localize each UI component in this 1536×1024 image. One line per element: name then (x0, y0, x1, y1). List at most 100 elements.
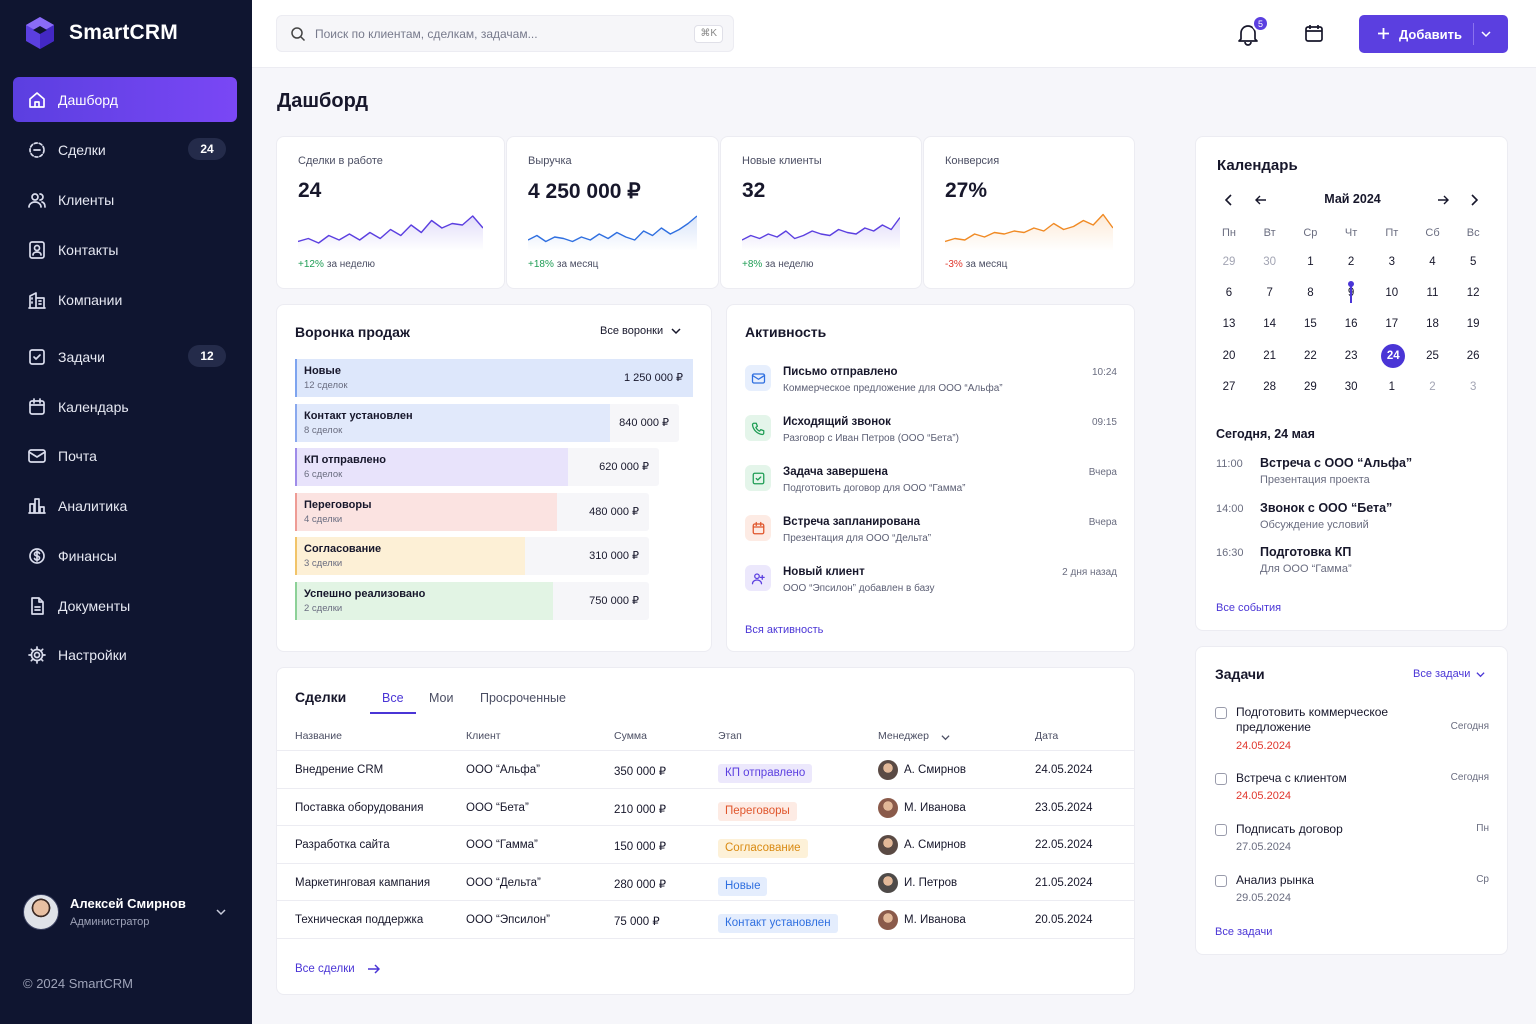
calendar-day[interactable]: 1 (1295, 250, 1325, 274)
calendar-day[interactable]: 22 (1295, 344, 1325, 368)
calendar-day[interactable]: 11 (1418, 281, 1448, 305)
calendar-day[interactable]: 10 (1377, 281, 1407, 305)
calendar-icon[interactable] (1304, 23, 1324, 43)
table-row[interactable]: Маркетинговая кампания ООО “Дельта” 280 00… (277, 862, 1134, 901)
calendar-day[interactable]: 19 (1458, 312, 1488, 336)
add-button[interactable]: Добавить (1359, 15, 1508, 53)
day-number: 16 (1344, 318, 1358, 331)
sidebar-item-contacts[interactable]: Контакты (13, 227, 237, 272)
tab-mine[interactable]: Мои (429, 691, 454, 705)
calendar-day[interactable]: 14 (1255, 312, 1285, 336)
user-profile[interactable]: Алексей Смирнов Администратор (23, 894, 235, 934)
activity-item[interactable]: Новый клиент ООО “Эпсилон” добавлен в баз… (745, 565, 1117, 609)
search-input[interactable] (315, 16, 655, 51)
all-tasks-link[interactable]: Все задачи (1215, 926, 1272, 938)
calendar-day[interactable]: 18 (1418, 312, 1448, 336)
sidebar-item-calendar[interactable]: Календарь (13, 384, 237, 429)
calendar-day[interactable]: 16 (1336, 312, 1366, 336)
task-checkbox[interactable] (1215, 824, 1227, 836)
calendar-day[interactable]: 24 (1377, 343, 1407, 368)
calendar-event[interactable]: 16:30 Подготовка КП Для ООО “Гамма” (1216, 545, 1486, 581)
arrow-right-icon[interactable] (1437, 194, 1449, 206)
calendar-day[interactable]: 30 (1255, 250, 1285, 274)
sidebar-item-documents[interactable]: Документы (13, 583, 237, 628)
calendar-day[interactable]: 3 (1377, 250, 1407, 274)
calendar-day[interactable]: 29 (1295, 375, 1325, 399)
task-checkbox[interactable] (1215, 773, 1227, 785)
kpi-card[interactable]: Выручка 4 250 000 ₽ +18% за месяц (506, 136, 719, 289)
task-checkbox[interactable] (1215, 875, 1227, 887)
calendar-day[interactable]: 27 (1214, 375, 1244, 399)
all-events-link[interactable]: Все события (1216, 602, 1281, 614)
calendar-day[interactable]: 21 (1255, 344, 1285, 368)
chevron-down-icon[interactable] (1481, 29, 1491, 39)
activity-item[interactable]: Исходящий звонок Разговор с Иван Петров (… (745, 415, 1117, 459)
calendar-day[interactable]: 12 (1458, 281, 1488, 305)
sidebar-item-finance[interactable]: Финансы (13, 533, 237, 578)
calendar-day[interactable]: 1 (1377, 375, 1407, 399)
calendar-day[interactable]: 7 (1255, 281, 1285, 305)
calendar-day[interactable]: 25 (1418, 344, 1448, 368)
task-item[interactable]: Встреча с клиентом 24.05.2024 Сегодня (1215, 771, 1489, 815)
sidebar-item-dashboard[interactable]: Дашборд (13, 77, 237, 122)
table-row[interactable]: Поставка оборудования ООО “Бета” 210 000 ₽… (277, 787, 1134, 826)
chevron-right-icon[interactable] (1470, 194, 1478, 206)
calendar-event[interactable]: 14:00 Звонок с ООО “Бета” Обсуждение услов… (1216, 501, 1486, 537)
calendar-event[interactable]: 11:00 Встреча с ООО “Альфа” Презентация пр… (1216, 456, 1486, 492)
calendar-day[interactable]: 26 (1458, 344, 1488, 368)
calendar-day[interactable]: 23 (1336, 344, 1366, 368)
calendar-day[interactable]: 2 (1418, 375, 1448, 399)
calendar-day[interactable]: 4 (1418, 250, 1448, 274)
kpi-card[interactable]: Конверсия 27% -3% за месяц (923, 136, 1135, 289)
funnel-stage[interactable]: Новые 12 сделок 1 250 000 ₽ (295, 359, 693, 397)
funnel-stage[interactable]: Успешно реализовано 2 сделки 750 000 ₽ (295, 582, 649, 620)
all-deals-link[interactable]: Все сделки (295, 963, 380, 975)
sidebar-item-settings[interactable]: Настройки (13, 632, 237, 677)
funnel-filter[interactable]: Все воронки (600, 325, 681, 337)
calendar-day[interactable]: 28 (1255, 375, 1285, 399)
tab-overdue[interactable]: Просроченные (480, 691, 566, 705)
calendar-day[interactable]: 20 (1214, 344, 1244, 368)
sidebar-item-clients[interactable]: Клиенты (13, 177, 237, 222)
table-row[interactable]: Разработка сайта ООО “Гамма” 150 000 ₽ Согл… (277, 825, 1134, 863)
tab-all[interactable]: Все (382, 691, 404, 705)
task-item[interactable]: Подписать договор 27.05.2024 Пн (1215, 822, 1489, 866)
table-row[interactable]: Техническая поддержка ООО “Эпсилон” 75 000… (277, 900, 1134, 938)
kpi-period: за неделю (326, 259, 376, 270)
calendar-day[interactable]: 17 (1377, 312, 1407, 336)
calendar-day[interactable]: 8 (1295, 281, 1325, 305)
chevron-down-icon[interactable] (941, 733, 950, 742)
calendar-day[interactable]: 3 (1458, 375, 1488, 399)
calendar-day[interactable]: 30 (1336, 375, 1366, 399)
calendar-day[interactable]: 2 (1336, 250, 1366, 274)
calendar-day[interactable]: 15 (1295, 312, 1325, 336)
kpi-card[interactable]: Сделки в работе 24 +12% за неделю (276, 136, 505, 289)
sidebar-item-companies[interactable]: Компании (13, 277, 237, 322)
search-box[interactable]: ⌘K (276, 15, 734, 52)
task-item[interactable]: Анализ рынка 29.05.2024 Ср (1215, 873, 1489, 917)
funnel-stage[interactable]: Переговоры 4 сделки 480 000 ₽ (295, 492, 649, 531)
task-checkbox[interactable] (1215, 707, 1227, 719)
calendar-day[interactable]: 5 (1458, 250, 1488, 274)
funnel-stage[interactable]: Контакт установлен 8 сделок 840 000 ₽ (295, 403, 679, 442)
all-activity-link[interactable]: Вся активность (745, 624, 823, 636)
table-row[interactable]: Внедрение CRM ООО “Альфа” 350 000 ₽ КП отпр… (277, 750, 1134, 788)
calendar-day[interactable]: 6 (1214, 281, 1244, 305)
funnel-stage[interactable]: Согласование 3 сделки 310 000 ₽ (295, 537, 649, 576)
chevron-down-icon[interactable] (215, 906, 227, 918)
calendar-day[interactable]: 29 (1214, 250, 1244, 274)
kpi-card[interactable]: Новые клиенты 32 +8% за неделю (720, 136, 922, 289)
logo[interactable]: SmartCRM (23, 16, 178, 50)
activity-item[interactable]: Задача завершена Подготовить договор для … (745, 465, 1117, 509)
sidebar-item-mail[interactable]: Почта (13, 433, 237, 478)
sidebar-item-deals[interactable]: Сделки 24 (13, 127, 237, 172)
activity-item[interactable]: Письмо отправлено Коммерческое предложени… (745, 365, 1117, 409)
sidebar-item-tasks[interactable]: Задачи 12 (13, 334, 237, 379)
activity-item[interactable]: Встреча запланирована Презентация для ООО… (745, 515, 1117, 559)
column-header[interactable]: Менеджер (878, 730, 929, 742)
funnel-stage[interactable]: КП отправлено 6 сделок 620 000 ₽ (295, 448, 659, 487)
calendar-day[interactable]: 13 (1214, 312, 1244, 336)
tasks-filter[interactable]: Все задачи (1413, 668, 1485, 680)
task-item[interactable]: Подготовить коммерческое предложение 24.0… (1215, 705, 1489, 752)
sidebar-item-analytics[interactable]: Аналитика (13, 483, 237, 528)
